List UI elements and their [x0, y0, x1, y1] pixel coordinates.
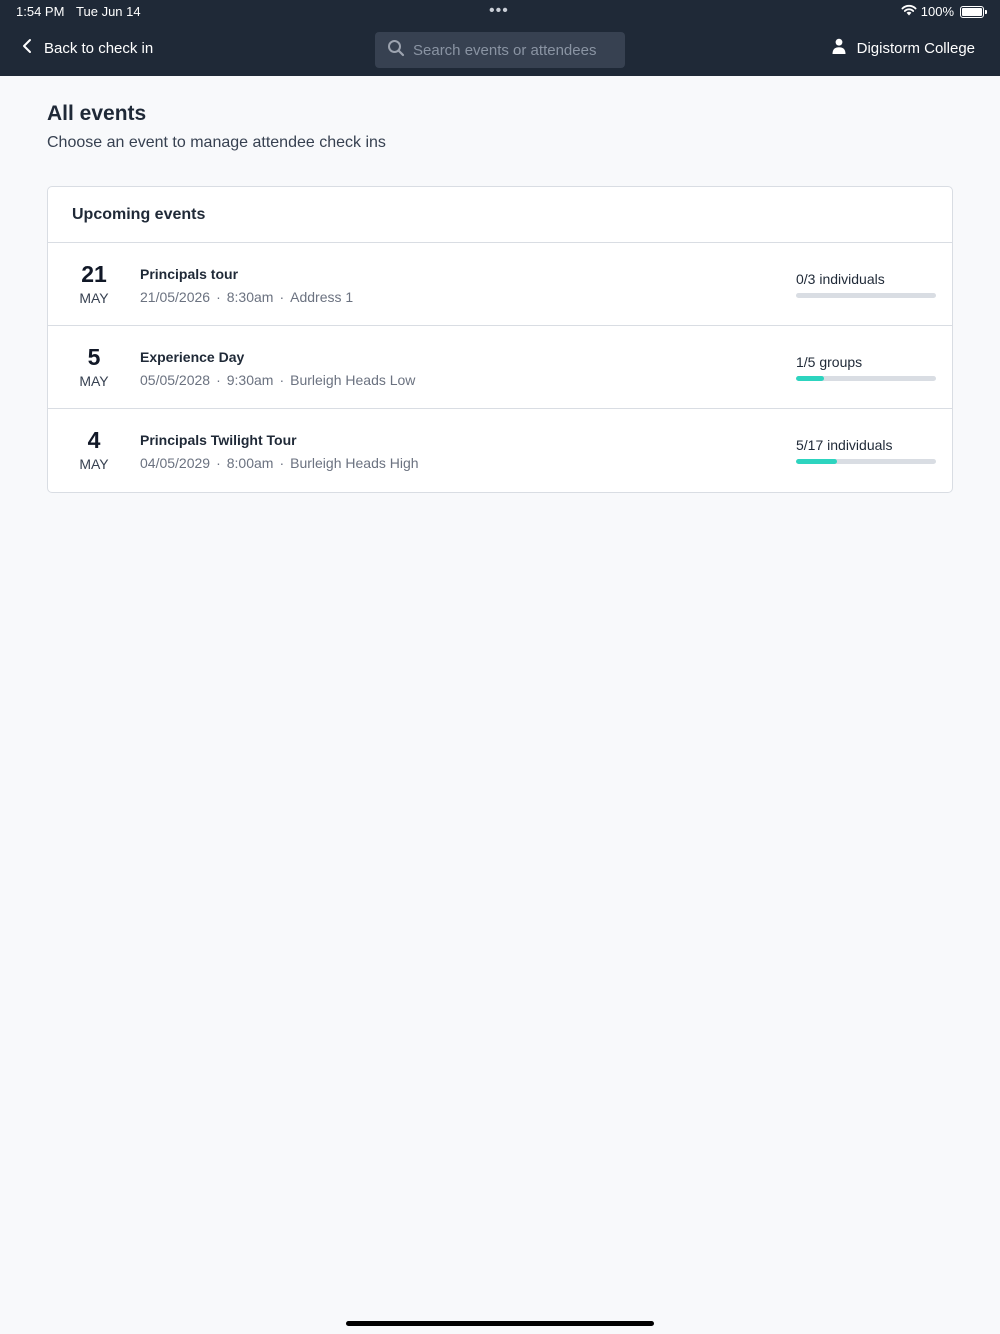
multitasking-dots-icon[interactable]: •••: [489, 2, 509, 20]
event-day: 5: [87, 344, 101, 370]
event-month: MAY: [79, 373, 109, 389]
meta-separator: ·: [279, 289, 285, 305]
battery-fill: [962, 7, 982, 16]
chevron-left-icon: [22, 38, 32, 58]
event-time: 8:30am: [226, 289, 274, 305]
event-month: MAY: [79, 456, 109, 472]
event-date: 21/05/2026: [140, 289, 211, 305]
event-name: Principals Twilight Tour: [140, 432, 297, 448]
upcoming-events-heading: Upcoming events: [48, 187, 952, 243]
page-subtitle: Choose an event to manage attendee check…: [47, 134, 386, 151]
event-location: Address 1: [290, 289, 354, 305]
battery-icon: [960, 5, 987, 18]
event-date-block: 4 MAY: [64, 427, 124, 472]
event-date-block: 21 MAY: [64, 261, 124, 306]
progress-label: 1/5 groups: [796, 354, 863, 370]
event-meta: 04/05/2029 · 8:00am · Burleigh Heads High: [140, 455, 419, 471]
progress-track: [796, 293, 936, 298]
event-month: MAY: [79, 290, 109, 306]
progress-track: [796, 376, 936, 381]
event-name: Experience Day: [140, 349, 245, 365]
event-info: Experience Day 05/05/2028 · 9:30am · Burleig…: [140, 349, 415, 388]
page-title: All events: [47, 102, 147, 125]
search-box[interactable]: [375, 32, 625, 68]
event-day: 4: [87, 427, 101, 453]
user-icon: [831, 38, 847, 58]
account-menu[interactable]: Digistorm College: [831, 38, 975, 58]
progress-track: [796, 459, 936, 464]
search-input[interactable]: [413, 41, 613, 59]
home-indicator[interactable]: [346, 1321, 654, 1326]
progress-label: 0/3 individuals: [796, 271, 885, 287]
back-to-check-in-button[interactable]: Back to check in: [22, 38, 153, 58]
event-row[interactable]: 4 MAY Principals Twilight Tour 04/05/202…: [48, 409, 952, 492]
top-navigation-bar: 1:54 PM Tue Jun 14 ••• 100% Back to chec…: [0, 0, 1000, 76]
event-time: 9:30am: [226, 372, 274, 388]
event-day: 21: [81, 261, 107, 287]
event-date-block: 5 MAY: [64, 344, 124, 389]
event-meta: 05/05/2028 · 9:30am · Burleigh Heads Low: [140, 372, 415, 388]
event-info: Principals Twilight Tour 04/05/2029 · 8:00…: [140, 432, 419, 471]
event-name: Principals tour: [140, 266, 239, 282]
meta-separator: ·: [279, 372, 285, 388]
checkin-progress: 1/5 groups: [796, 354, 936, 381]
checkin-progress: 0/3 individuals: [796, 271, 936, 298]
wifi-icon: [901, 4, 917, 19]
event-row[interactable]: 21 MAY Principals tour 21/05/2026 · 8:30am…: [48, 243, 952, 326]
checkin-progress: 5/17 individuals: [796, 437, 936, 464]
event-date: 04/05/2029: [140, 455, 211, 471]
meta-separator: ·: [216, 289, 221, 305]
meta-separator: ·: [216, 372, 221, 388]
event-location: Burleigh Heads High: [290, 455, 419, 471]
search-icon: [387, 39, 405, 62]
event-meta: 21/05/2026 · 8:30am · Address 1: [140, 289, 353, 305]
event-info: Principals tour 21/05/2026 · 8:30am · Addres…: [140, 266, 353, 305]
progress-label: 5/17 individuals: [796, 437, 893, 453]
meta-separator: ·: [216, 455, 221, 471]
status-bar-left: 1:54 PM Tue Jun 14: [16, 4, 141, 19]
progress-bar: [796, 459, 838, 464]
event-date: 05/05/2028: [140, 372, 211, 388]
back-label: Back to check in: [44, 39, 154, 57]
event-location: Burleigh Heads Low: [290, 372, 416, 388]
battery-percent: 100%: [920, 4, 954, 19]
account-name: Digistorm College: [856, 39, 975, 57]
progress-bar: [796, 376, 824, 381]
status-date: Tue Jun 14: [76, 4, 141, 19]
status-bar-right: 100%: [901, 4, 987, 19]
upcoming-events-card: Upcoming events 21 MAY Principals tour 2…: [47, 186, 953, 493]
event-time: 8:00am: [226, 455, 274, 471]
status-time: 1:54 PM: [16, 4, 65, 19]
meta-separator: ·: [279, 455, 285, 471]
event-row[interactable]: 5 MAY Experience Day 05/05/2028 · 9:30am · B…: [48, 326, 952, 409]
